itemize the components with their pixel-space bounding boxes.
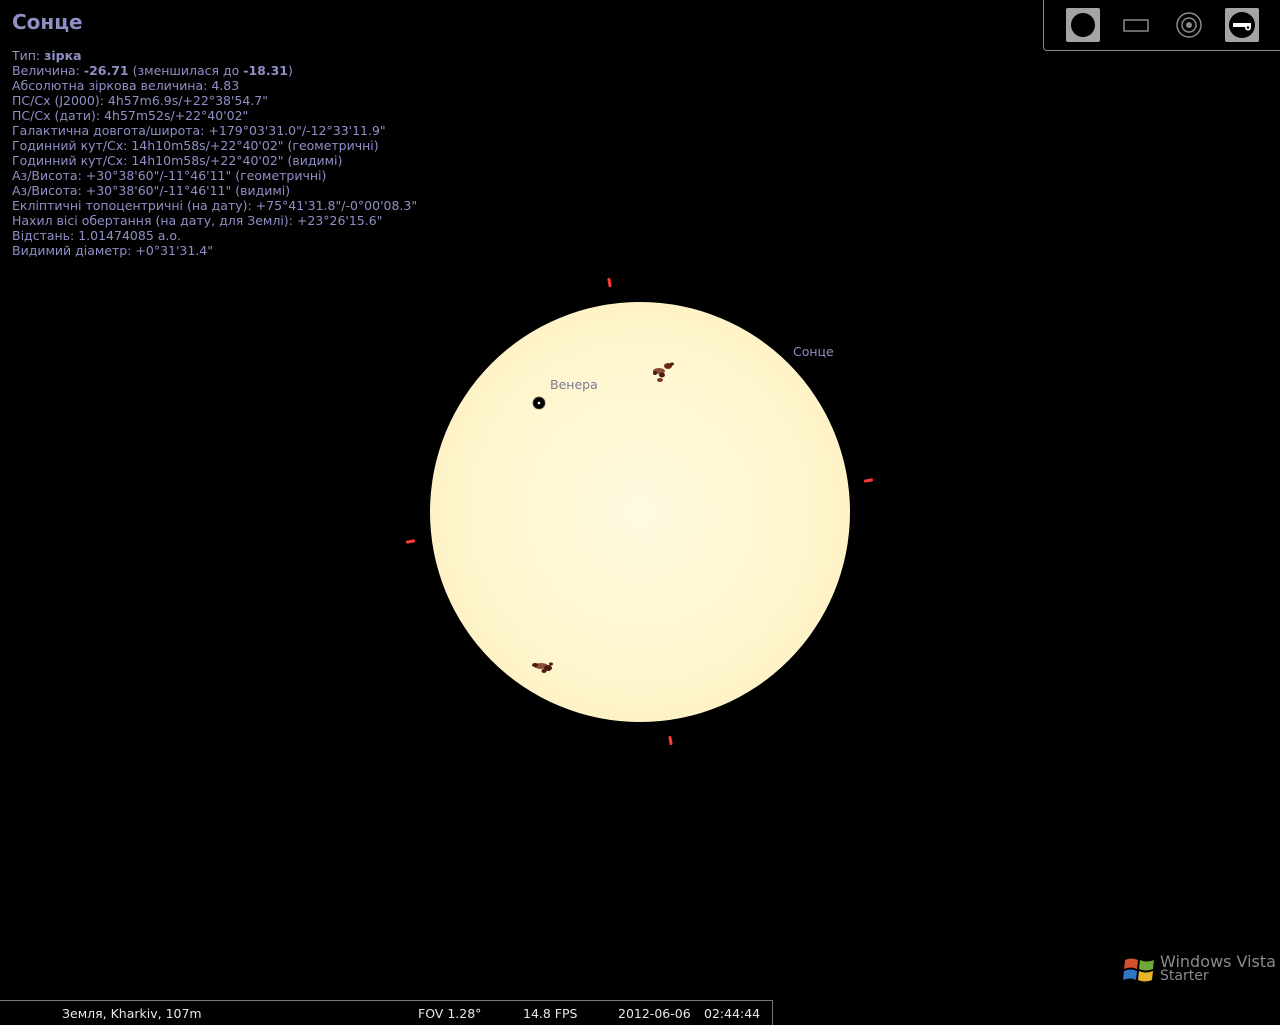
venus-label: Венера — [550, 377, 598, 392]
windows-watermark: Windows Vista Starter — [1122, 950, 1276, 990]
sun-label: Сонце — [793, 344, 834, 359]
date-text[interactable]: 2012-06-06 — [618, 1006, 691, 1021]
time-text[interactable]: 02:44:44 — [704, 1006, 760, 1021]
sunspot-group-north — [653, 362, 674, 382]
location-text[interactable]: Земля, Kharkiv, 107m — [62, 1006, 202, 1021]
sunspot-group-south — [532, 662, 553, 673]
fov-text: FOV 1.28° — [418, 1006, 482, 1021]
windows-logo-icon — [1123, 958, 1154, 982]
fps-text: 14.8 FPS — [523, 1006, 578, 1021]
sunspots — [532, 362, 674, 673]
venus-planet[interactable] — [532, 396, 546, 410]
watermark-line2: Starter — [1160, 968, 1209, 984]
status-bar: Земля, Kharkiv, 107m FOV 1.28° 14.8 FPS … — [0, 1000, 773, 1025]
